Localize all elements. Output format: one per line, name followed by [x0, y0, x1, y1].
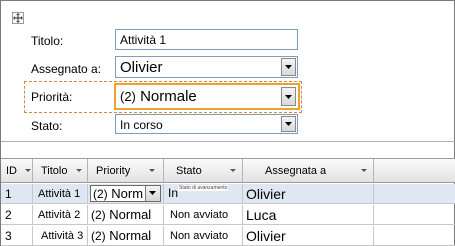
priority-inline-select[interactable]: (2) Norm: [90, 185, 161, 202]
chevron-down-icon[interactable]: [230, 169, 236, 172]
cell-titolo: Attività 2: [33, 205, 88, 225]
cell-stato: Non avviato: [164, 226, 243, 246]
cell-id: 3: [1, 226, 33, 246]
cell-assegnata: Luca: [243, 205, 374, 225]
stato-value: In corso: [120, 118, 163, 132]
priorita-select[interactable]: (2) Normale: [114, 83, 300, 110]
table-row[interactable]: 2 Attività 2 (2) Normal Non avviato Luca: [1, 205, 455, 225]
cell-priority: (2) Norm: [88, 184, 164, 204]
chevron-down-icon[interactable]: [281, 116, 296, 132]
cell-titolo: Attività 3: [33, 226, 88, 246]
priorita-label: Priorità:: [31, 90, 73, 104]
cell-stato: In Stato di avanzamento: [164, 184, 243, 204]
column-header-id[interactable]: ID: [1, 159, 33, 183]
cell-assegnata: Olivier: [243, 226, 374, 246]
cell-priority: (2) Normal: [88, 226, 164, 246]
chevron-down-icon[interactable]: [281, 87, 296, 106]
data-grid: ID Titolo Priority Stato Assegnata a 1 A…: [1, 158, 455, 246]
cell-empty: [374, 184, 455, 204]
cell-titolo: Attività 1: [33, 184, 88, 204]
cell-priority: (2) Normal: [88, 205, 164, 225]
form-panel: Titolo: Attività 1 Assegnato a: Olivier …: [0, 0, 455, 246]
column-header-priority[interactable]: Priority: [88, 159, 164, 183]
stato-tooltip: Stato di avanzamento: [178, 185, 229, 191]
chevron-down-icon[interactable]: [25, 169, 31, 172]
titolo-input[interactable]: Attività 1: [115, 29, 298, 50]
table-row[interactable]: 1 Attività 1 (2) Norm In Stato di avanza…: [1, 184, 455, 204]
chevron-down-icon[interactable]: [145, 186, 160, 201]
cell-stato: Non avviato: [164, 205, 243, 225]
cell-id: 1: [1, 184, 33, 204]
cell-assegnata: Olivier: [243, 184, 374, 204]
priorita-number: (2): [120, 89, 136, 104]
cell-empty: [374, 205, 455, 225]
assegnato-label: Assegnato a:: [31, 62, 102, 76]
stato-select[interactable]: In corso: [115, 114, 298, 134]
chevron-down-icon[interactable]: [149, 169, 155, 172]
move-handle-icon[interactable]: [12, 12, 24, 24]
stato-label: Stato:: [31, 119, 63, 133]
chevron-down-icon[interactable]: [76, 169, 82, 172]
cell-id: 2: [1, 205, 33, 225]
titolo-label: Titolo:: [31, 34, 64, 48]
chevron-down-icon[interactable]: [361, 169, 367, 172]
stato-inline-editor[interactable]: In Stato di avanzamento: [164, 184, 242, 203]
column-header-titolo[interactable]: Titolo: [33, 159, 88, 183]
cell-empty: [374, 226, 455, 246]
divider: [1, 141, 455, 142]
assegnato-value: Olivier: [120, 59, 163, 76]
column-header-empty: [374, 159, 455, 183]
priorita-value: (2) Normale: [120, 88, 197, 105]
column-header-stato[interactable]: Stato: [164, 159, 243, 183]
chevron-down-icon[interactable]: [281, 58, 296, 76]
column-header-assegnata[interactable]: Assegnata a: [243, 159, 374, 183]
assegnato-select[interactable]: Olivier: [115, 56, 298, 78]
table-row[interactable]: 3 Attività 3 (2) Normal Non avviato Oliv…: [1, 226, 455, 246]
priorita-text: Normale: [140, 88, 197, 105]
